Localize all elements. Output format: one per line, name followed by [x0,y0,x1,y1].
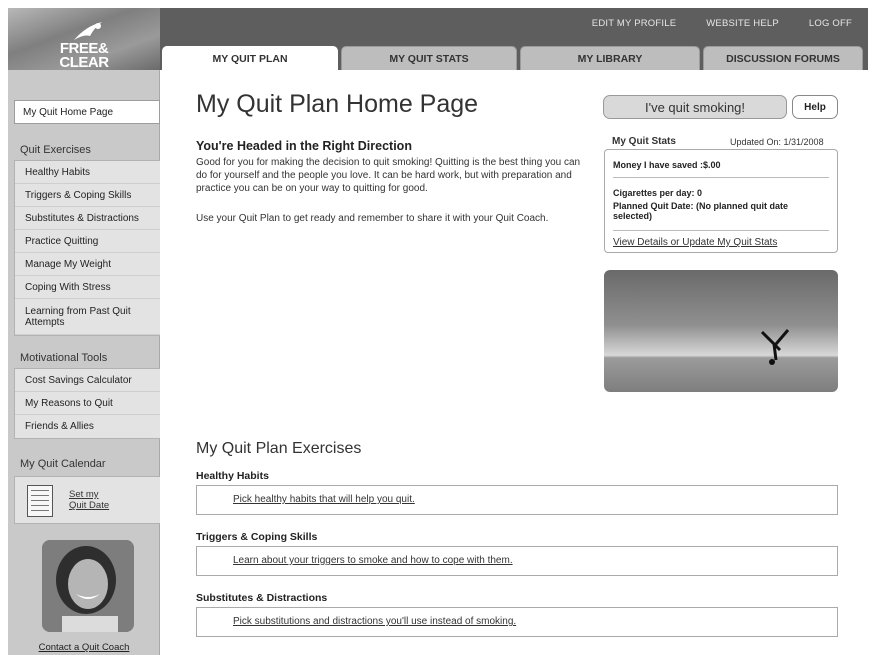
planned-quit-date: Planned Quit Date: (No planned quit date… [613,201,789,221]
edit-profile-link[interactable]: EDIT MY PROFILE [592,18,676,29]
set-quit-date-line2: Quit Date [69,500,110,511]
sidebar-item-healthy-habits[interactable]: Healthy Habits [15,161,160,184]
exercise-heading-substitutes: Substitutes & Distractions [196,592,328,604]
exercise-box-healthy-habits: Pick healthy habits that will help you q… [196,485,838,515]
top-links: EDIT MY PROFILE WEBSITE HELP LOG OFF [592,18,852,29]
motivational-tools-menu: Cost Savings Calculator My Reasons to Qu… [14,368,160,439]
share-paragraph: Use your Quit Plan to get ready and reme… [196,213,549,224]
sidebar-item-reasons[interactable]: My Reasons to Quit [15,392,160,415]
main-tabs: MY QUIT PLAN MY QUIT STATS MY LIBRARY DI… [162,46,863,70]
exercise-link-healthy-habits[interactable]: Pick healthy habits that will help you q… [233,494,415,505]
sidebar-item-substitutes[interactable]: Substitutes & Distractions [15,207,160,230]
header: FREE& CLEAR EDIT MY PROFILE WEBSITE HELP… [8,8,868,70]
quit-exercises-menu: Healthy Habits Triggers & Coping Skills … [14,160,160,336]
website-help-link[interactable]: WEBSITE HELP [706,18,779,29]
logo-area: FREE& CLEAR [8,8,160,70]
quit-exercises-heading: Quit Exercises [20,144,91,156]
sidebar-home-link[interactable]: My Quit Home Page [14,100,160,124]
help-button[interactable]: Help [792,95,838,119]
money-saved: Money I have saved :$.00 [613,160,721,170]
log-off-link[interactable]: LOG OFF [809,18,852,29]
tab-my-quit-plan[interactable]: MY QUIT PLAN [162,46,338,70]
update-stats-link[interactable]: View Details or Update My Quit Stats [613,237,777,248]
quit-stats-heading: My Quit Stats [612,136,676,147]
quit-calendar-heading: My Quit Calendar [20,458,106,470]
sidebar-item-manage-weight[interactable]: Manage My Weight [15,253,160,276]
cartwheel-person-icon [760,329,790,365]
cigarettes-per-day: Cigarettes per day: 0 [613,188,703,198]
quit-coach-photo [42,540,134,632]
sidebar-item-past-attempts[interactable]: Learning from Past Quit Attempts [15,299,160,335]
stats-divider [613,177,829,178]
exercise-link-triggers[interactable]: Learn about your triggers to smoke and h… [233,555,513,566]
page-frame: FREE& CLEAR EDIT MY PROFILE WEBSITE HELP… [8,8,868,655]
set-quit-date-line1: Set my [69,489,99,500]
sidebar-item-cost-savings[interactable]: Cost Savings Calculator [15,369,160,392]
exercise-box-triggers: Learn about your triggers to smoke and h… [196,546,838,576]
beach-photo [604,270,838,392]
stats-divider-2 [613,230,829,231]
motivational-tools-heading: Motivational Tools [20,352,108,364]
direction-heading: You're Headed in the Right Direction [196,139,412,153]
tab-my-quit-stats[interactable]: MY QUIT STATS [341,46,517,70]
exercise-heading-healthy-habits: Healthy Habits [196,470,269,482]
quit-calendar-box: Set my Quit Date [14,476,160,524]
notepad-icon [27,485,53,517]
updated-on-text: Updated On: 1/31/2008 [730,137,824,147]
exercise-link-substitutes[interactable]: Pick substitutions and distractions you'… [233,616,516,627]
sidebar-item-friends[interactable]: Friends & Allies [15,415,160,438]
quit-stats-box: Money I have saved :$.00 Cigarettes per … [604,149,838,253]
exercise-box-substitutes: Pick substitutions and distractions you'… [196,607,838,637]
quit-smoking-button[interactable]: I've quit smoking! [603,95,787,119]
coach-portrait-icon [42,540,134,632]
exercise-heading-triggers: Triggers & Coping Skills [196,531,318,543]
intro-paragraph: Good for you for making the decision to … [196,157,581,194]
tab-my-library[interactable]: MY LIBRARY [520,46,700,70]
contact-coach-link[interactable]: Contact a Quit Coach [8,642,160,653]
tab-discussion-forums[interactable]: DISCUSSION FORUMS [703,46,863,70]
sidebar: My Quit Home Page Quit Exercises Healthy… [8,70,160,655]
page-title: My Quit Plan Home Page [196,90,479,118]
set-quit-date-link[interactable]: Set my Quit Date [69,489,109,511]
exercises-title: My Quit Plan Exercises [196,440,362,457]
sidebar-item-practice-quitting[interactable]: Practice Quitting [15,230,160,253]
sidebar-item-triggers[interactable]: Triggers & Coping Skills [15,184,160,207]
logo-text: FREE& CLEAR [59,40,109,71]
sidebar-item-coping-stress[interactable]: Coping With Stress [15,276,160,299]
